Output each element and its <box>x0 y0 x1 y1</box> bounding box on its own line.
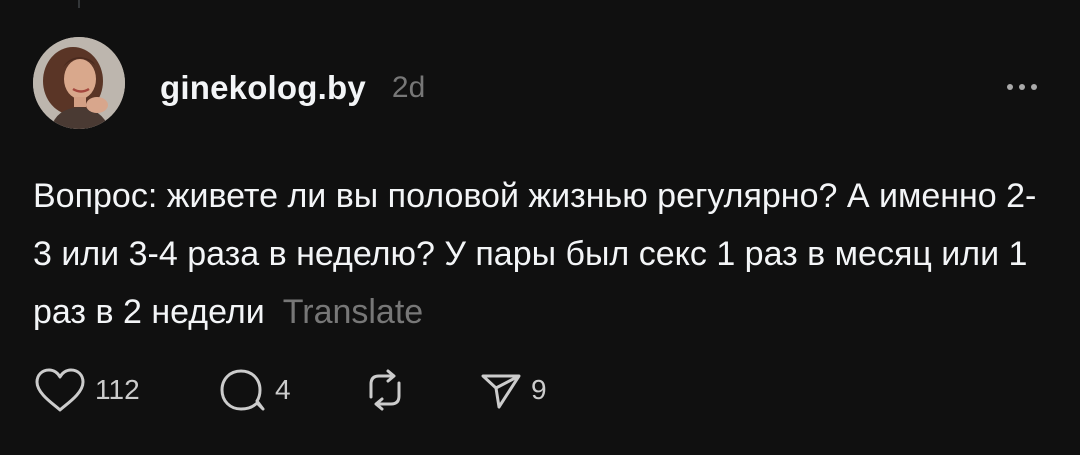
post-header: ginekolog.by 2d <box>160 66 425 110</box>
translate-link[interactable]: Translate <box>283 293 423 331</box>
share-button[interactable]: 9 <box>479 367 547 413</box>
heart-icon <box>33 367 87 413</box>
repost-icon <box>361 367 409 413</box>
post-text: Вопрос: живете ли вы половой жизнью регу… <box>33 177 1037 331</box>
like-button[interactable]: 112 <box>33 367 219 413</box>
username[interactable]: ginekolog.by <box>160 69 366 107</box>
share-icon <box>479 367 523 413</box>
reply-count: 4 <box>275 374 291 405</box>
post-time: 2d <box>391 71 426 104</box>
comment-icon <box>219 367 267 413</box>
repost-button[interactable] <box>361 367 479 413</box>
thread-line <box>78 0 80 8</box>
reply-button[interactable]: 4 <box>219 367 361 413</box>
share-count: 9 <box>531 374 547 405</box>
avatar-photo <box>33 37 125 129</box>
post-body: Вопрос: живете ли вы половой жизнью регу… <box>33 167 1043 341</box>
action-bar: 112 4 9 <box>33 364 547 416</box>
like-count: 112 <box>95 374 140 405</box>
avatar[interactable] <box>33 37 125 129</box>
more-icon[interactable] <box>1000 72 1044 102</box>
